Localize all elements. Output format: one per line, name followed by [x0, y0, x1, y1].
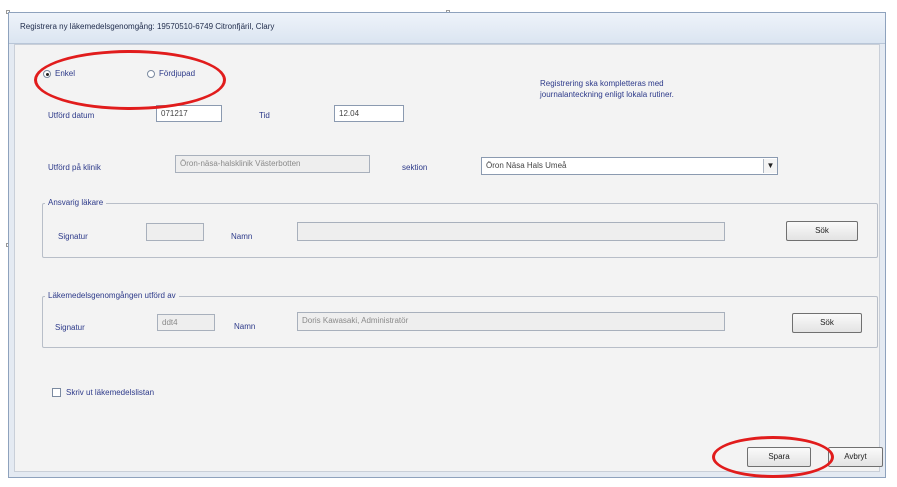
sektion-dropdown[interactable]: Öron Näsa Hals Umeå: [481, 157, 778, 175]
utford-av-sok-button[interactable]: Sök: [792, 313, 862, 333]
avbryt-button[interactable]: Avbryt: [828, 447, 883, 467]
ansvarig-namn-label: Namn: [231, 232, 253, 241]
ansvarig-signatur-label: Signatur: [58, 232, 88, 241]
ansvarig-lakare-group-title: Ansvarig läkare: [45, 198, 107, 207]
ansvarig-signatur-field[interactable]: [146, 223, 204, 241]
radio-fordjupad[interactable]: [147, 70, 155, 78]
utford-av-group-title: Läkemedelsgenomgången utförd av: [45, 291, 179, 300]
spara-button[interactable]: Spara: [747, 447, 811, 467]
utford-av-signatur-label: Signatur: [55, 323, 85, 332]
utford-av-namn-label: Namn: [234, 322, 256, 331]
utford-av-signatur-field: ddt4: [157, 314, 215, 331]
skriv-ut-checkbox[interactable]: [52, 388, 61, 397]
utford-klinik-field: Öron-näsa-halsklinik Västerbotten: [175, 155, 370, 173]
dialog-body: [14, 44, 880, 472]
utford-datum-label: Utförd datum: [48, 111, 95, 120]
chevron-down-icon[interactable]: ▼: [763, 159, 777, 173]
ansvarig-sok-button[interactable]: Sök: [786, 221, 858, 241]
window-title: Registrera ny läkemedelsgenomgång: 19570…: [20, 22, 275, 31]
radio-enkel[interactable]: [43, 70, 51, 78]
utford-datum-field[interactable]: 071217: [156, 105, 222, 122]
sektion-selected-value: Öron Näsa Hals Umeå: [486, 161, 567, 170]
ansvarig-namn-field: [297, 222, 725, 241]
radio-fordjupad-label[interactable]: Fördjupad: [159, 69, 195, 78]
tid-field[interactable]: 12.04: [334, 105, 404, 122]
skriv-ut-label[interactable]: Skriv ut läkemedelslistan: [66, 388, 154, 397]
info-text-line1: Registrering ska kompletteras med: [540, 79, 664, 88]
radio-enkel-label[interactable]: Enkel: [55, 69, 75, 78]
sektion-label: sektion: [402, 163, 428, 172]
info-text-line2: journalanteckning enligt lokala rutiner.: [540, 90, 674, 99]
utford-klinik-label: Utförd på klinik: [48, 163, 101, 172]
tid-label: Tid: [259, 111, 270, 120]
utford-av-namn-field: Doris Kawasaki, Administratör: [297, 312, 725, 331]
